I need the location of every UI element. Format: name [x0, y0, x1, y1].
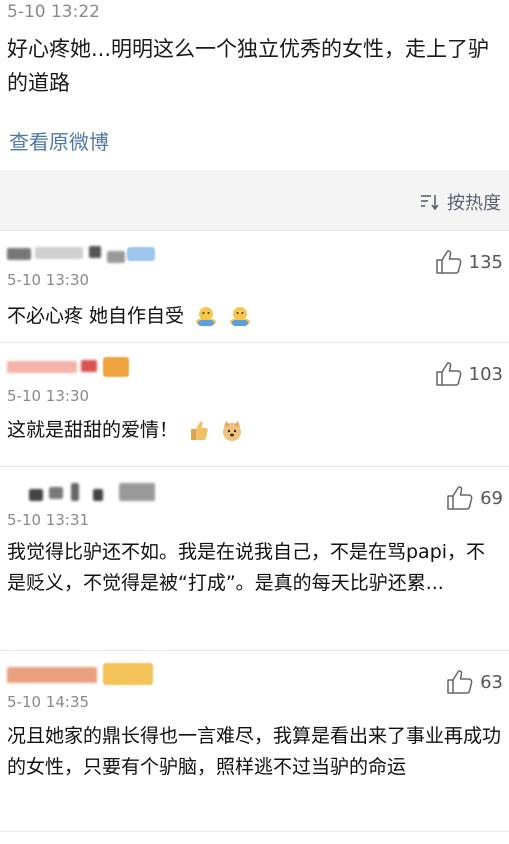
like-count: 69 [480, 487, 503, 509]
like-button[interactable]: 63 [446, 669, 503, 695]
avatar[interactable] [7, 663, 157, 685]
thumbs-up-icon [435, 250, 462, 274]
hug-emoji [230, 306, 251, 326]
comment-text: 况且她家的鼎长得也一言难尽，我算是看出来了事业再成功的女性，只要有个驴脑，照样逃… [7, 725, 502, 778]
comment-timestamp: 5-10 14:35 [7, 693, 90, 711]
like-button[interactable]: 103 [435, 361, 503, 387]
comment-text: 我觉得比驴还不如。我是在说我自己，不是在骂papi，不是贬义，不觉得是被“打成”… [7, 541, 486, 594]
user-badge [103, 357, 129, 377]
thumbs-up-emoji [191, 421, 208, 440]
comment-timestamp: 5-10 13:30 [7, 271, 90, 289]
user-badge [103, 663, 153, 685]
hug-emoji [196, 306, 217, 326]
post-text: 好心疼她...明明这么一个独立优秀的女性，走上了驴的道路 [7, 37, 490, 95]
post-timestamp: 5-10 13:22 [7, 2, 100, 22]
view-original-link[interactable]: 查看原微博 [9, 126, 109, 155]
avatar[interactable] [7, 243, 157, 265]
comment-text: 不必心疼 她自作自受 [7, 301, 502, 332]
comment-item: 5-10 13:30 这就是甜甜的爱情！ 103 [0, 343, 509, 467]
like-button[interactable]: 69 [446, 485, 503, 511]
comment-item: 5-10 13:30 不必心疼 她自作自受 135 [0, 231, 509, 343]
sort-label: 按热度 [447, 193, 501, 214]
thumbs-up-icon [447, 486, 473, 510]
avatar[interactable] [7, 357, 137, 379]
comment-text: 这就是甜甜的爱情！ [7, 415, 502, 446]
thumbs-up-icon [435, 362, 462, 386]
comment-item: 5-10 14:35 况且她家的鼎长得也一言难尽，我算是看出来了事业再成功的女性… [0, 651, 509, 832]
sort-by-hot-button[interactable]: 按热度 [420, 189, 501, 215]
user-badge [127, 247, 155, 261]
comment-timestamp: 5-10 13:30 [7, 387, 90, 405]
sort-icon [421, 195, 439, 210]
doge-emoji [223, 420, 242, 441]
thumbs-up-icon [447, 670, 473, 694]
like-button[interactable]: 135 [435, 249, 503, 275]
like-count: 103 [468, 363, 503, 385]
sort-bar: 按热度 [0, 170, 509, 231]
comment-timestamp: 5-10 13:31 [7, 511, 90, 529]
avatar[interactable] [7, 481, 157, 503]
like-count: 135 [468, 251, 503, 273]
comment-item: 5-10 13:31 我觉得比驴还不如。我是在说我自己，不是在骂papi，不是贬… [0, 467, 509, 651]
original-post: 5-10 13:22 好心疼她...明明这么一个独立优秀的女性，走上了驴的道路 … [0, 0, 509, 170]
like-count: 63 [480, 671, 503, 693]
